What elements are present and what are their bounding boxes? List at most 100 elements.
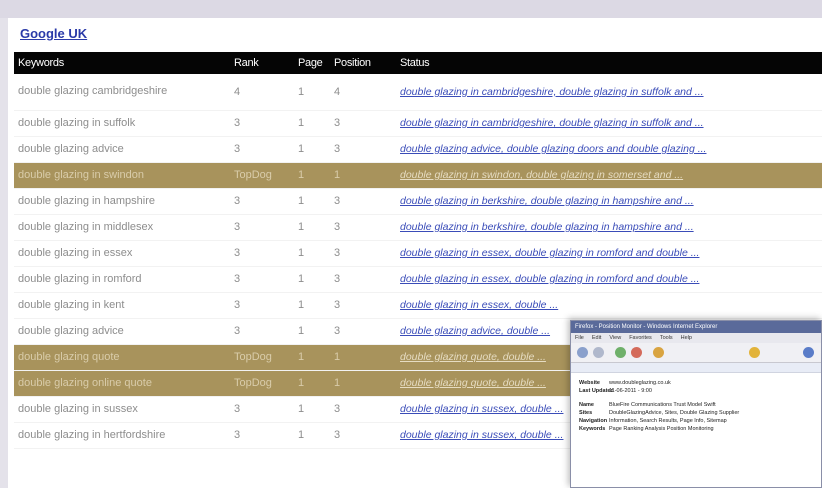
page-cell: 1 (294, 344, 330, 371)
thumbnail-field-row: Sites DoubleGlazingAdvice, Sites, Double … (579, 409, 813, 417)
page-cell: 1 (294, 422, 330, 449)
stop-icon (631, 347, 642, 358)
table-row: double glazing in romford 3 1 3 double glazi… (14, 266, 822, 293)
status-link[interactable]: double glazing in cambridgeshire, double… (400, 86, 704, 98)
thumbnail-menu-item[interactable]: Help (681, 335, 692, 341)
rank-cell: 3 (230, 318, 294, 345)
position-cell: 3 (330, 188, 396, 215)
keyword-cell: double glazing in essex (14, 240, 230, 267)
rank-cell: TopDog (230, 370, 294, 397)
header-keywords: Keywords (14, 52, 230, 74)
position-cell: 3 (330, 240, 396, 267)
rank-cell: 3 (230, 214, 294, 241)
status-link[interactable]: double glazing in essex, double ... (400, 299, 558, 311)
rank-cell: 4 (230, 74, 294, 111)
thumbnail-menu-bar: File Edit View Favorites Tools Help (571, 333, 821, 343)
position-cell: 3 (330, 318, 396, 345)
status-link[interactable]: double glazing quote, double ... (400, 377, 546, 389)
keyword-cell: double glazing in middlesex (14, 214, 230, 241)
table-row: double glazing cambridgeshire 4 1 4 double g… (14, 74, 822, 111)
table-row: double glazing in suffolk 3 1 3 double glazi… (14, 110, 822, 137)
thumbnail-menu-item[interactable]: Favorites (629, 335, 652, 341)
rank-cell: 3 (230, 110, 294, 137)
rank-cell: 3 (230, 422, 294, 449)
status-link[interactable]: double glazing in sussex, double ... (400, 429, 563, 441)
position-cell: 3 (330, 266, 396, 293)
thumbnail-field-row: Name BlueFire Communications Trust Model … (579, 401, 813, 409)
status-cell: double glazing in essex, double glazing … (396, 266, 822, 293)
page-cell: 1 (294, 214, 330, 241)
keyword-cell: double glazing in romford (14, 266, 230, 293)
status-link[interactable]: double glazing in sussex, double ... (400, 403, 563, 415)
thumbnail-page-body: Website www.doubleglazing.co.uk Last Updat… (571, 373, 821, 439)
thumbnail-field-label: Last Updated (579, 388, 614, 394)
status-link[interactable]: double glazing in berkshire, double glaz… (400, 221, 694, 233)
thumbnail-menu-item[interactable]: View (609, 335, 621, 341)
page-cell: 1 (294, 266, 330, 293)
position-cell: 1 (330, 370, 396, 397)
rank-cell: 3 (230, 292, 294, 319)
position-cell: 3 (330, 396, 396, 423)
thumbnail-link-bar (571, 363, 821, 373)
keyword-cell: double glazing in sussex (14, 396, 230, 423)
keyword-cell: double glazing in hampshire (14, 188, 230, 215)
status-link[interactable]: double glazing in essex, double glazing … (400, 273, 699, 285)
keyword-cell: double glazing in hertfordshire (14, 422, 230, 449)
header-rank: Rank (230, 52, 294, 74)
thumbnail-field-row: Navigation Information, Search Results, P… (579, 417, 813, 425)
status-cell: double glazing in cambridgeshire, double… (396, 110, 822, 137)
status-cell: double glazing in berkshire, double glaz… (396, 214, 822, 241)
thumbnail-field-value: www.doubleglazing.co.uk (609, 380, 671, 386)
thumbnail-field-label: Website (579, 380, 600, 386)
thumbnail-menu-item[interactable]: Edit (592, 335, 601, 341)
keyword-cell: double glazing quote (14, 344, 230, 371)
position-cell: 3 (330, 136, 396, 163)
position-cell: 3 (330, 110, 396, 137)
page-cell: 1 (294, 162, 330, 189)
keyword-cell: double glazing online quote (14, 370, 230, 397)
status-cell: double glazing in essex, double glazing … (396, 240, 822, 267)
keyword-cell: double glazing cambridgeshire (14, 74, 230, 111)
position-cell: 3 (330, 422, 396, 449)
table-row: double glazing in middlesex 3 1 3 double gla… (14, 214, 822, 241)
rank-cell: 3 (230, 266, 294, 293)
browser-top-strip (0, 0, 822, 18)
page-cell: 1 (294, 240, 330, 267)
status-cell: double glazing in essex, double ... (396, 292, 822, 319)
page-cell: 1 (294, 396, 330, 423)
thumbnail-menu-item[interactable]: Tools (660, 335, 673, 341)
rank-cell: 3 (230, 136, 294, 163)
table-row: double glazing in essex 3 1 3 double glazing… (14, 240, 822, 267)
table-header-row: Keywords Rank Page Position Status (14, 52, 822, 74)
keyword-cell: double glazing in swindon (14, 162, 230, 189)
header-position: Position (330, 52, 396, 74)
status-link[interactable]: double glazing advice, double glazing do… (400, 143, 706, 155)
rank-cell: TopDog (230, 162, 294, 189)
status-link[interactable]: double glazing in swindon, double glazin… (400, 169, 683, 181)
thumbnail-field-label: Name (579, 402, 594, 408)
status-link[interactable]: double glazing advice, double ... (400, 325, 550, 337)
keyword-cell: double glazing advice (14, 318, 230, 345)
rank-cell: TopDog (230, 344, 294, 371)
keyword-cell: double glazing in suffolk (14, 110, 230, 137)
thumbnail-field-label: Sites (579, 410, 593, 416)
page-cell: 1 (294, 292, 330, 319)
status-link[interactable]: double glazing quote, double ... (400, 351, 546, 363)
header-status: Status (396, 52, 822, 74)
rank-cell: 3 (230, 396, 294, 423)
table-row: double glazing in kent 3 1 3 double glazing … (14, 292, 822, 319)
status-cell: double glazing in swindon, double glazin… (396, 162, 822, 189)
browser-window-thumbnail[interactable]: Firefox - Position Monitor - Windows Int… (570, 320, 822, 488)
region-link-google-uk[interactable]: Google UK (20, 26, 87, 41)
thumbnail-field-row: Keywords Page Ranking Analysis Position M… (579, 425, 813, 433)
status-cell: double glazing in berkshire, double glaz… (396, 188, 822, 215)
status-cell: double glazing in cambridgeshire, double… (396, 74, 822, 111)
status-cell: double glazing advice, double glazing do… (396, 136, 822, 163)
status-link[interactable]: double glazing in cambridgeshire, double… (400, 117, 704, 129)
page-cell: 1 (294, 110, 330, 137)
rank-cell: 3 (230, 188, 294, 215)
thumbnail-menu-item[interactable]: File (575, 335, 584, 341)
status-link[interactable]: double glazing in berkshire, double glaz… (400, 195, 694, 207)
status-link[interactable]: double glazing in essex, double glazing … (400, 247, 699, 259)
thumbnail-field-row: Last Updated11-06-2011 - 9:00 (579, 387, 813, 395)
